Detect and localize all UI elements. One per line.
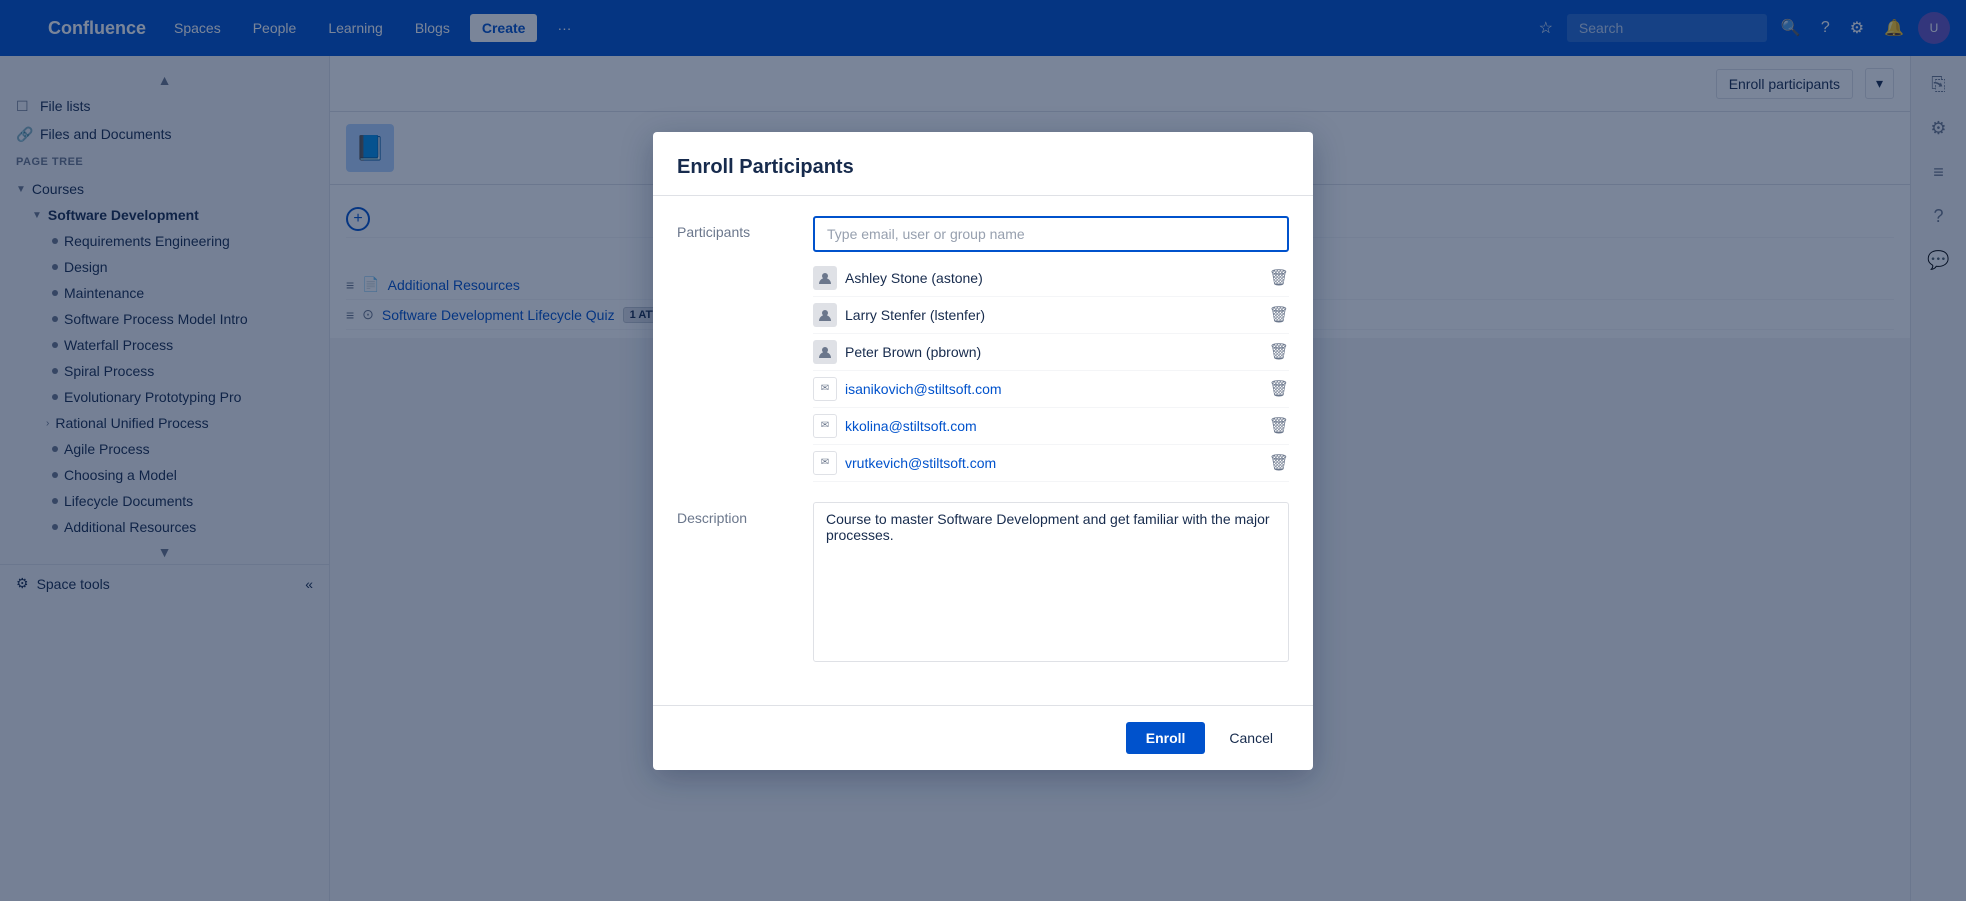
- modal-overlay[interactable]: Enroll Participants Participants Ashley …: [0, 0, 1966, 901]
- delete-kkolina-button[interactable]: 🗑: [1269, 416, 1289, 436]
- description-row: Description Course to master Software De…: [677, 502, 1289, 665]
- delete-ashley-button[interactable]: 🗑: [1269, 268, 1289, 288]
- participant-avatar-ashley: [813, 266, 837, 290]
- participants-label: Participants: [677, 216, 797, 482]
- delete-isanikovich-button[interactable]: 🗑: [1269, 379, 1289, 399]
- participant-name-peter: Peter Brown (pbrown): [845, 344, 1261, 360]
- cancel-button[interactable]: Cancel: [1213, 722, 1289, 754]
- participant-avatar-peter: [813, 340, 837, 364]
- user-icon-2: [818, 308, 832, 322]
- modal-title: Enroll Participants: [677, 156, 1289, 179]
- participant-avatar-larry: [813, 303, 837, 327]
- email-icon-2: ✉: [813, 414, 837, 438]
- modal-footer: Enroll Cancel: [653, 705, 1313, 770]
- enroll-participants-modal: Enroll Participants Participants Ashley …: [653, 132, 1313, 770]
- participant-email-isanikovich: isanikovich@stiltsoft.com: [845, 381, 1261, 397]
- modal-header: Enroll Participants: [653, 132, 1313, 196]
- participant-email-vrutkevich: vrutkevich@stiltsoft.com: [845, 455, 1261, 471]
- participant-name-ashley: Ashley Stone (astone): [845, 270, 1261, 286]
- participant-item-isanikovich: ✉ isanikovich@stiltsoft.com 🗑: [813, 371, 1289, 408]
- delete-larry-button[interactable]: 🗑: [1269, 305, 1289, 325]
- email-icon-1: ✉: [813, 377, 837, 401]
- participants-control: Ashley Stone (astone) 🗑 Larry Stenfer (l…: [813, 216, 1289, 482]
- participant-item-vrutkevich: ✉ vrutkevich@stiltsoft.com 🗑: [813, 445, 1289, 482]
- description-control: Course to master Software Development an…: [813, 502, 1289, 665]
- modal-body: Participants Ashley Stone (astone) 🗑: [653, 196, 1313, 705]
- description-label: Description: [677, 502, 797, 665]
- participant-email-kkolina: kkolina@stiltsoft.com: [845, 418, 1261, 434]
- description-textarea[interactable]: Course to master Software Development an…: [813, 502, 1289, 662]
- participants-row: Participants Ashley Stone (astone) 🗑: [677, 216, 1289, 482]
- user-icon: [818, 271, 832, 285]
- user-icon-3: [818, 345, 832, 359]
- participant-item-larry: Larry Stenfer (lstenfer) 🗑: [813, 297, 1289, 334]
- delete-peter-button[interactable]: 🗑: [1269, 342, 1289, 362]
- delete-vrutkevich-button[interactable]: 🗑: [1269, 453, 1289, 473]
- enroll-button[interactable]: Enroll: [1126, 722, 1206, 754]
- participant-item-ashley: Ashley Stone (astone) 🗑: [813, 260, 1289, 297]
- email-icon-3: ✉: [813, 451, 837, 475]
- participants-input[interactable]: [813, 216, 1289, 252]
- participant-item-kkolina: ✉ kkolina@stiltsoft.com 🗑: [813, 408, 1289, 445]
- participant-name-larry: Larry Stenfer (lstenfer): [845, 307, 1261, 323]
- participant-item-peter: Peter Brown (pbrown) 🗑: [813, 334, 1289, 371]
- participant-list: Ashley Stone (astone) 🗑 Larry Stenfer (l…: [813, 260, 1289, 482]
